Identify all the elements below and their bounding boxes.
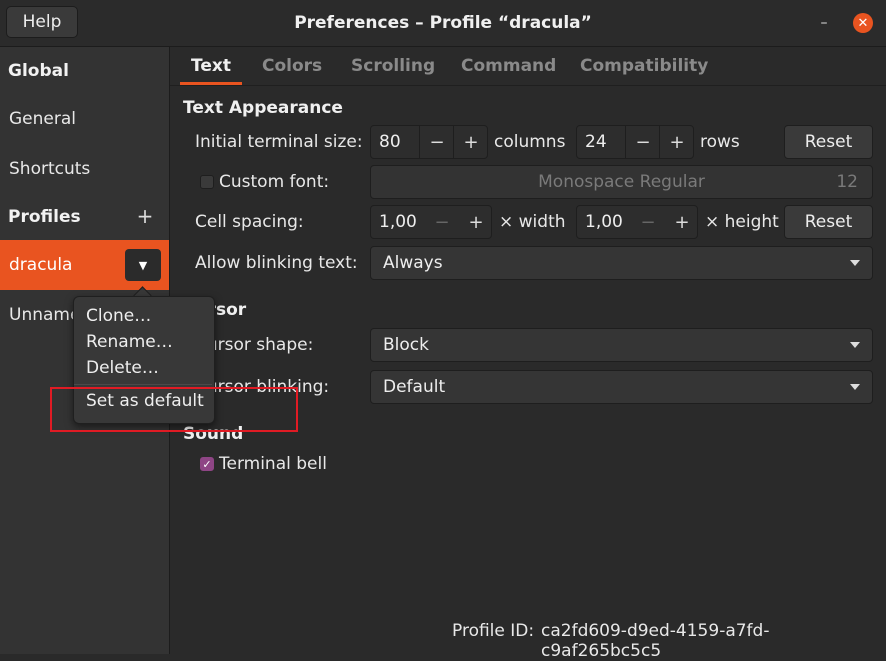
cursor-shape-value: Block xyxy=(383,335,429,355)
width-decrease-button[interactable]: − xyxy=(425,206,459,238)
width-increase-button[interactable]: + xyxy=(459,206,493,238)
sidebar-item-general[interactable]: General xyxy=(9,109,76,129)
cursor-blinking-dropdown[interactable]: Default xyxy=(370,370,873,404)
dropdown-arrow-icon xyxy=(850,260,860,266)
font-name: Monospace Regular xyxy=(538,172,705,192)
add-profile-icon[interactable]: + xyxy=(136,204,154,228)
highlight-box xyxy=(50,387,298,432)
cell-spacing-label: Cell spacing: xyxy=(195,212,304,232)
blink-text-dropdown[interactable]: Always xyxy=(370,246,873,280)
cursor-shape-dropdown[interactable]: Block xyxy=(370,328,873,362)
menu-item-rename[interactable]: Rename… xyxy=(86,332,173,352)
height-spinbutton[interactable]: 1,00 − + xyxy=(576,205,698,239)
rows-spinbutton[interactable]: 24 − + xyxy=(576,125,694,159)
tab-text[interactable]: Text xyxy=(191,56,231,76)
tab-compatibility[interactable]: Compatibility xyxy=(580,56,708,76)
width-label: × width xyxy=(499,212,566,232)
profile-id-value: ca2fd609-d9ed-4159-a7fd-c9af265bc5c5 xyxy=(541,621,770,661)
close-icon[interactable]: ✕ xyxy=(853,13,873,33)
height-label: × height xyxy=(705,212,779,232)
columns-spinbutton[interactable]: 80 − + xyxy=(370,125,488,159)
cursor-blinking-value: Default xyxy=(383,377,446,397)
height-value[interactable]: 1,00 xyxy=(585,206,623,238)
sidebar-item-dracula-label: dracula xyxy=(9,255,73,275)
menu-separator xyxy=(74,384,212,385)
help-button[interactable]: Help xyxy=(6,6,78,38)
reset-size-button[interactable]: Reset xyxy=(784,125,873,159)
reset-spacing-button[interactable]: Reset xyxy=(784,205,873,239)
checkmark-icon: ✓ xyxy=(202,457,212,471)
columns-decrease-button[interactable]: − xyxy=(419,126,454,158)
tab-colors[interactable]: Colors xyxy=(262,56,322,76)
blink-text-value: Always xyxy=(383,253,443,273)
rows-increase-button[interactable]: + xyxy=(659,126,694,158)
sidebar-heading-profiles: Profiles xyxy=(8,207,81,227)
custom-font-checkbox[interactable] xyxy=(200,175,214,189)
minimize-icon[interactable]: – xyxy=(814,13,834,33)
section-text-appearance: Text Appearance xyxy=(183,98,343,118)
profile-id-label: Profile ID: xyxy=(452,621,535,641)
sidebar-item-unnamed[interactable]: Unnamed xyxy=(9,305,73,325)
width-value[interactable]: 1,00 xyxy=(379,206,417,238)
menu-item-delete[interactable]: Delete… xyxy=(86,358,159,378)
height-decrease-button[interactable]: − xyxy=(631,206,665,238)
rows-label: rows xyxy=(700,132,740,152)
width-spinbutton[interactable]: 1,00 − + xyxy=(370,205,492,239)
columns-label: columns xyxy=(494,132,566,152)
profile-menu-button[interactable]: ▼ xyxy=(125,249,161,281)
font-chooser-button[interactable]: Monospace Regular 12 xyxy=(370,165,873,199)
active-tab-indicator xyxy=(180,82,242,85)
dropdown-arrow-icon xyxy=(850,384,860,390)
rows-decrease-button[interactable]: − xyxy=(625,126,660,158)
tab-command[interactable]: Command xyxy=(461,56,556,76)
terminal-bell-checkbox[interactable]: ✓ xyxy=(200,457,214,471)
height-increase-button[interactable]: + xyxy=(665,206,699,238)
font-size: 12 xyxy=(836,172,858,192)
sidebar-item-shortcuts[interactable]: Shortcuts xyxy=(9,159,90,179)
dropdown-arrow-icon xyxy=(850,342,860,348)
tabs-divider xyxy=(170,85,886,86)
header-bar xyxy=(0,0,886,47)
menu-item-clone[interactable]: Clone… xyxy=(86,306,151,326)
tab-scrolling[interactable]: Scrolling xyxy=(351,56,435,76)
chevron-down-icon: ▼ xyxy=(138,258,148,272)
blink-text-label: Allow blinking text: xyxy=(195,253,358,273)
columns-increase-button[interactable]: + xyxy=(453,126,488,158)
terminal-bell-label[interactable]: Terminal bell xyxy=(219,454,327,474)
initial-size-label: Initial terminal size: xyxy=(195,132,363,152)
columns-value[interactable]: 80 xyxy=(379,126,401,158)
custom-font-label[interactable]: Custom font: xyxy=(219,172,329,192)
sidebar-heading-global: Global xyxy=(8,61,69,81)
rows-value[interactable]: 24 xyxy=(585,126,607,158)
